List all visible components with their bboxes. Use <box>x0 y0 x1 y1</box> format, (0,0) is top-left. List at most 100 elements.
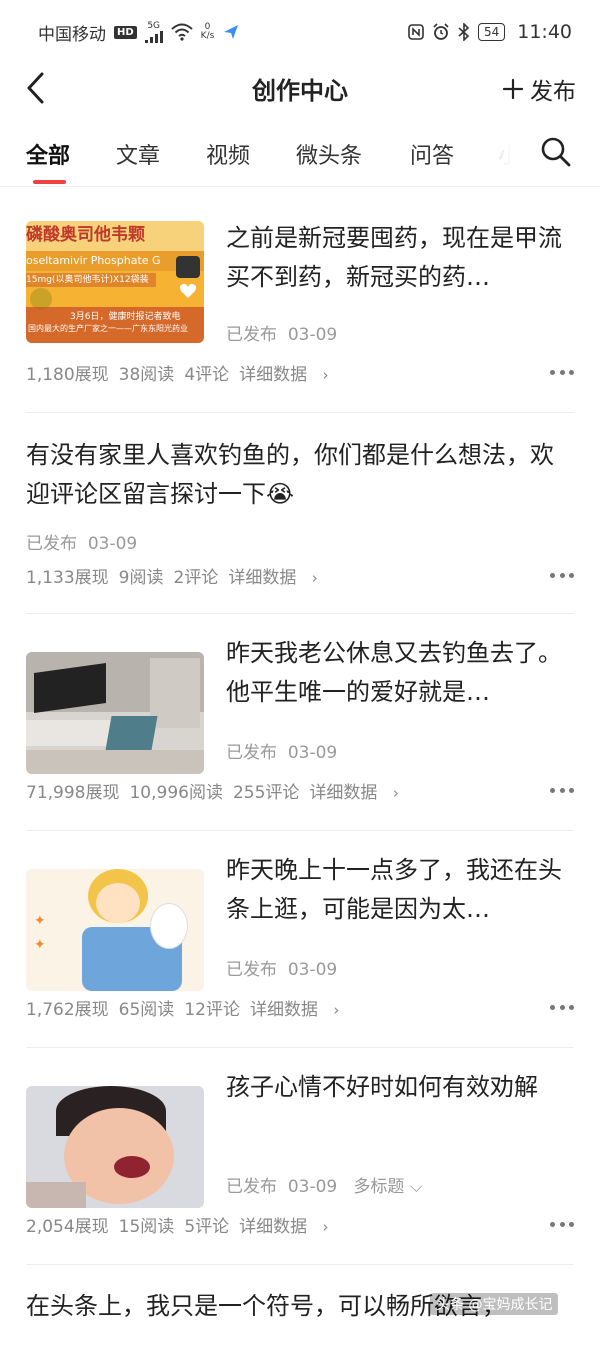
publish-status: 已发布 <box>226 325 277 345</box>
publish-date: 03-09 <box>287 325 338 345</box>
cartoon-doodle: ✦ ✦ <box>34 913 46 953</box>
wifi-icon <box>171 23 193 41</box>
more-options-icon[interactable] <box>550 370 574 376</box>
more-options-icon[interactable] <box>550 1222 574 1228</box>
comments-count: 4评论 <box>184 365 230 385</box>
tab-articles[interactable]: 文章 <box>116 138 160 170</box>
item-meta: 已发布 03-09 多标题 ⌵ <box>226 1172 423 1197</box>
more-options-icon[interactable] <box>550 788 574 794</box>
detail-link[interactable]: 详细数据 › <box>239 1217 338 1237</box>
comments-count: 255评论 <box>232 783 300 803</box>
app-notification-icon <box>224 25 239 39</box>
publish-label: 发布 <box>530 79 576 105</box>
item-meta: 已发布 03-09 <box>226 955 337 980</box>
detail-label: 详细数据 <box>249 1000 318 1020</box>
item-meta: 已发布 03-09 <box>226 320 337 345</box>
detail-link[interactable]: 详细数据 › <box>228 568 327 588</box>
alarm-icon <box>433 23 449 40</box>
tab-videos[interactable]: 视频 <box>206 138 250 170</box>
list-item[interactable]: 孩子心情不好时如何有效劝解 已发布 03-09 多标题 ⌵ 2,054展现 15阅… <box>26 1048 574 1265</box>
thumbnail-living-room <box>26 652 204 774</box>
detail-link[interactable]: 详细数据 › <box>309 783 408 803</box>
watermark: 头条 @宝妈成长记 <box>430 1293 559 1315</box>
tab-qa[interactable]: 问答 <box>410 138 454 170</box>
hd-badge: HD <box>114 25 137 39</box>
publish-status: 已发布 <box>226 743 277 763</box>
detail-link[interactable]: 详细数据 › <box>250 1000 349 1020</box>
detail-link[interactable]: 详细数据 › <box>239 365 338 385</box>
more-options-icon[interactable] <box>550 1005 574 1011</box>
thumb-caption-3: 15mg(以奥司他韦计)X12袋装 <box>26 273 156 287</box>
comments-count: 5评论 <box>184 1217 230 1237</box>
plus-icon <box>502 78 524 100</box>
list-item[interactable]: ✦ ✦ 昨天晚上十一点多了，我还在头条上逛，可能是因为太… 已发布 03-09 1… <box>26 831 574 1048</box>
chevron-down-icon: ⌵ <box>409 1177 423 1197</box>
chevron-right-icon: › <box>311 569 318 587</box>
chevron-right-icon: › <box>333 1001 340 1019</box>
list-item[interactable]: 有没有家里人喜欢钓鱼的，你们都是什么想法，欢迎评论区留言探讨一下😭 已发布 03… <box>26 413 574 614</box>
content-list: 磷酸奥司他韦颗 oseltamivir Phosphate G 15mg(以奥司… <box>26 186 574 1345</box>
search-icon[interactable] <box>540 136 572 168</box>
speed-unit: K/s <box>200 31 215 41</box>
publish-status: 已发布 <box>226 1177 277 1197</box>
reads-count: 15阅读 <box>118 1217 175 1237</box>
item-title[interactable]: 有没有家里人喜欢钓鱼的，你们都是什么想法，欢迎评论区留言探讨一下😭 <box>26 436 574 514</box>
item-title[interactable]: 昨天我老公休息又去钓鱼去了。他平生唯一的爱好就是… <box>226 634 574 712</box>
reads-count: 9阅读 <box>118 568 164 588</box>
tab-micro-headlines[interactable]: 微头条 <box>296 138 362 170</box>
thumb-caption-5: 国内最大的生产厂家之一——广东东阳光药业 <box>28 324 188 333</box>
item-stats: 1,133展现 9阅读 2评论 详细数据 › <box>26 563 338 588</box>
item-title[interactable]: 昨天晚上十一点多了，我还在头条上逛，可能是因为太… <box>226 851 574 929</box>
detail-label: 详细数据 <box>228 568 297 588</box>
reads-count: 10,996阅读 <box>129 783 223 803</box>
publish-status: 已发布 <box>226 960 277 980</box>
views-count: 1,133展现 <box>26 568 109 588</box>
views-count: 71,998展现 <box>26 783 120 803</box>
chevron-right-icon: › <box>322 366 329 384</box>
views-count: 1,180展现 <box>26 365 109 385</box>
network-speed: 0 K/s <box>201 23 215 41</box>
chevron-right-icon: › <box>392 784 399 802</box>
views-count: 2,054展现 <box>26 1217 109 1237</box>
carrier-label: 中国移动 <box>38 24 106 45</box>
item-stats: 2,054展现 15阅读 5评论 详细数据 › <box>26 1212 349 1237</box>
thumb-caption-1: 磷酸奥司他韦颗 <box>26 221 204 251</box>
views-count: 1,762展现 <box>26 1000 109 1020</box>
multi-title-label: 多标题 <box>353 1177 405 1197</box>
item-title[interactable]: 之前是新冠要囤药，现在是甲流买不到药，新冠买的药… <box>226 219 574 297</box>
item-title[interactable]: 孩子心情不好时如何有效劝解 <box>226 1068 574 1146</box>
clock: 11:40 <box>517 21 572 43</box>
battery-indicator: 54 <box>477 23 506 41</box>
list-item[interactable]: 磷酸奥司他韦颗 oseltamivir Phosphate G 15mg(以奥司… <box>26 186 574 413</box>
reads-count: 65阅读 <box>118 1000 175 1020</box>
bluetooth-icon <box>458 23 470 41</box>
child-mouth <box>114 1156 150 1178</box>
more-options-icon[interactable] <box>550 573 574 579</box>
nav-bar: 创作中心 发布 <box>0 64 600 112</box>
list-item[interactable]: 昨天我老公休息又去钓鱼去了。他平生唯一的爱好就是… 已发布 03-09 71,9… <box>26 614 574 831</box>
chevron-right-icon: › <box>322 1218 329 1236</box>
publish-date: 03-09 <box>287 960 338 980</box>
sticker-badge <box>176 256 200 278</box>
reads-count: 38阅读 <box>118 365 175 385</box>
publish-status: 已发布 <box>26 534 77 554</box>
publish-date: 03-09 <box>87 534 138 554</box>
network-type: 5G <box>147 20 161 31</box>
detail-label: 详细数据 <box>239 365 308 385</box>
thumbnail-medicine: 磷酸奥司他韦颗 oseltamivir Phosphate G 15mg(以奥司… <box>26 221 204 343</box>
page-title: 创作中心 <box>252 76 348 105</box>
back-arrow-icon[interactable] <box>22 70 56 106</box>
category-tabs: 全部 文章 视频 微头条 问答 小 <box>0 124 600 187</box>
item-meta: 已发布 03-09 <box>226 738 337 763</box>
thumb-caption-4: 3月6日，健康时报记者致电 <box>70 312 181 322</box>
multi-title-dropdown[interactable]: 多标题 ⌵ <box>353 1177 422 1197</box>
publish-date: 03-09 <box>287 1177 338 1197</box>
publish-button[interactable]: 发布 <box>502 72 576 106</box>
cartoon-face <box>96 883 140 923</box>
item-meta: 已发布 03-09 <box>26 529 137 554</box>
detail-label: 详细数据 <box>309 783 378 803</box>
item-stats: 1,762展现 65阅读 12评论 详细数据 › <box>26 995 359 1020</box>
tab-all[interactable]: 全部 <box>26 138 70 170</box>
publish-date: 03-09 <box>287 743 338 763</box>
nfc-icon <box>408 24 424 40</box>
